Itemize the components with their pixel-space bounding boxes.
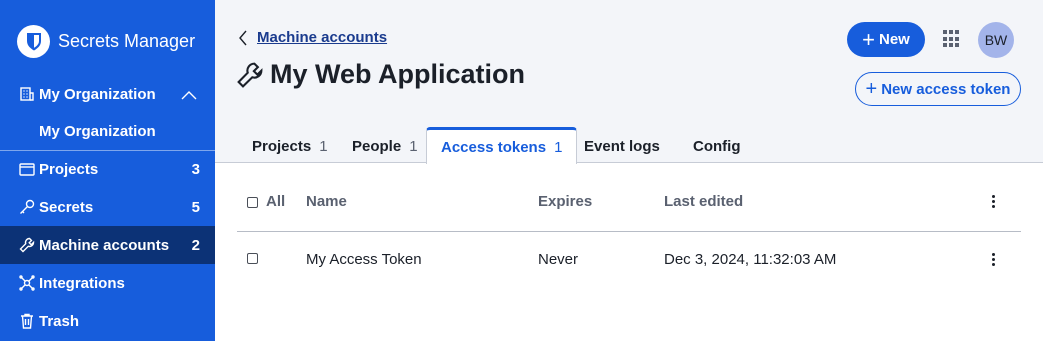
row-checkbox[interactable] <box>247 253 258 264</box>
row-expires: Never <box>538 251 579 268</box>
page-title: My Web Application <box>236 59 525 90</box>
tab-config[interactable]: Config <box>679 128 754 164</box>
wrench-icon <box>19 237 35 253</box>
tab-label: Config <box>693 137 741 155</box>
brand[interactable]: Secrets Manager <box>17 24 195 58</box>
breadcrumb[interactable]: Machine accounts <box>238 29 387 46</box>
sidebar-item-label: Integrations <box>39 274 125 292</box>
sidebar-item-trash[interactable]: Trash <box>0 302 215 340</box>
plus-icon: + <box>865 78 878 100</box>
row-options-icon[interactable] <box>991 253 995 268</box>
tab-projects[interactable]: Projects 1 <box>238 128 342 164</box>
bitwarden-shield-icon <box>17 24 50 58</box>
new-button-label: New <box>879 31 910 48</box>
chevron-left-icon[interactable] <box>238 30 248 46</box>
sidebar-item-count: 5 <box>191 198 200 216</box>
column-last-edited[interactable]: Last edited <box>664 193 743 210</box>
new-access-token-label: New access token <box>881 80 1011 98</box>
product-switcher-icon[interactable] <box>943 30 961 48</box>
sidebar-item-label: Secrets <box>39 198 94 216</box>
tab-label: Projects <box>252 137 312 155</box>
trash-icon <box>19 313 35 329</box>
sidebar-item-machine-accounts[interactable]: Machine accounts 2 <box>0 226 215 264</box>
tab-count: 1 <box>319 137 328 155</box>
tab-label: People <box>352 137 402 155</box>
sidebar-item-integrations[interactable]: Integrations <box>0 264 215 302</box>
sidebar-org-item-label: My Organization <box>39 122 156 140</box>
sidebar-item-count: 3 <box>191 160 200 178</box>
sidebar-item-label: Projects <box>39 160 99 178</box>
column-expires[interactable]: Expires <box>538 193 592 210</box>
page-title-text: My Web Application <box>270 59 526 89</box>
header-options-icon[interactable] <box>991 195 995 210</box>
select-all-checkbox[interactable] <box>247 197 258 208</box>
tab-people[interactable]: People 1 <box>338 128 432 164</box>
sidebar-item-label: Trash <box>39 312 80 330</box>
integrations-icon <box>19 275 35 291</box>
sidebar-org-item[interactable]: My Organization <box>0 112 215 150</box>
avatar[interactable]: BW <box>978 22 1014 58</box>
breadcrumb-link[interactable]: Machine accounts <box>257 29 387 46</box>
new-button[interactable]: + New <box>847 22 925 57</box>
row-name: My Access Token <box>306 251 422 268</box>
tab-count: 1 <box>409 137 418 155</box>
folder-icon <box>19 161 35 177</box>
tab-label: Access tokens <box>441 138 547 156</box>
key-icon <box>19 199 35 215</box>
column-name[interactable]: Name <box>306 193 347 210</box>
building-icon <box>19 86 35 102</box>
tab-count: 1 <box>554 138 563 156</box>
sidebar-item-label: Machine accounts <box>39 236 170 254</box>
sidebar-item-count: 2 <box>191 236 200 254</box>
sidebar-org-header-label: My Organization <box>39 85 156 103</box>
tab-label: Event logs <box>584 137 660 155</box>
chevron-up-icon[interactable] <box>181 87 197 104</box>
tab-event-logs[interactable]: Event logs <box>570 128 674 164</box>
column-all: All <box>266 193 286 210</box>
sidebar-org-header[interactable]: My Organization <box>0 76 215 112</box>
brand-name: Secrets Manager <box>58 30 196 51</box>
row-last-edited: Dec 3, 2024, 11:32:03 AM <box>664 251 837 268</box>
table-divider <box>237 231 1021 232</box>
tab-access-tokens[interactable]: Access tokens 1 <box>426 127 578 164</box>
sidebar-item-projects[interactable]: Projects 3 <box>0 150 215 188</box>
sidebar-item-secrets[interactable]: Secrets 5 <box>0 188 215 226</box>
wrench-icon <box>236 61 264 89</box>
plus-icon: + <box>862 26 875 52</box>
new-access-token-button[interactable]: + New access token <box>855 72 1021 106</box>
sidebar: Secrets Manager My Organization My Organ… <box>0 0 215 341</box>
